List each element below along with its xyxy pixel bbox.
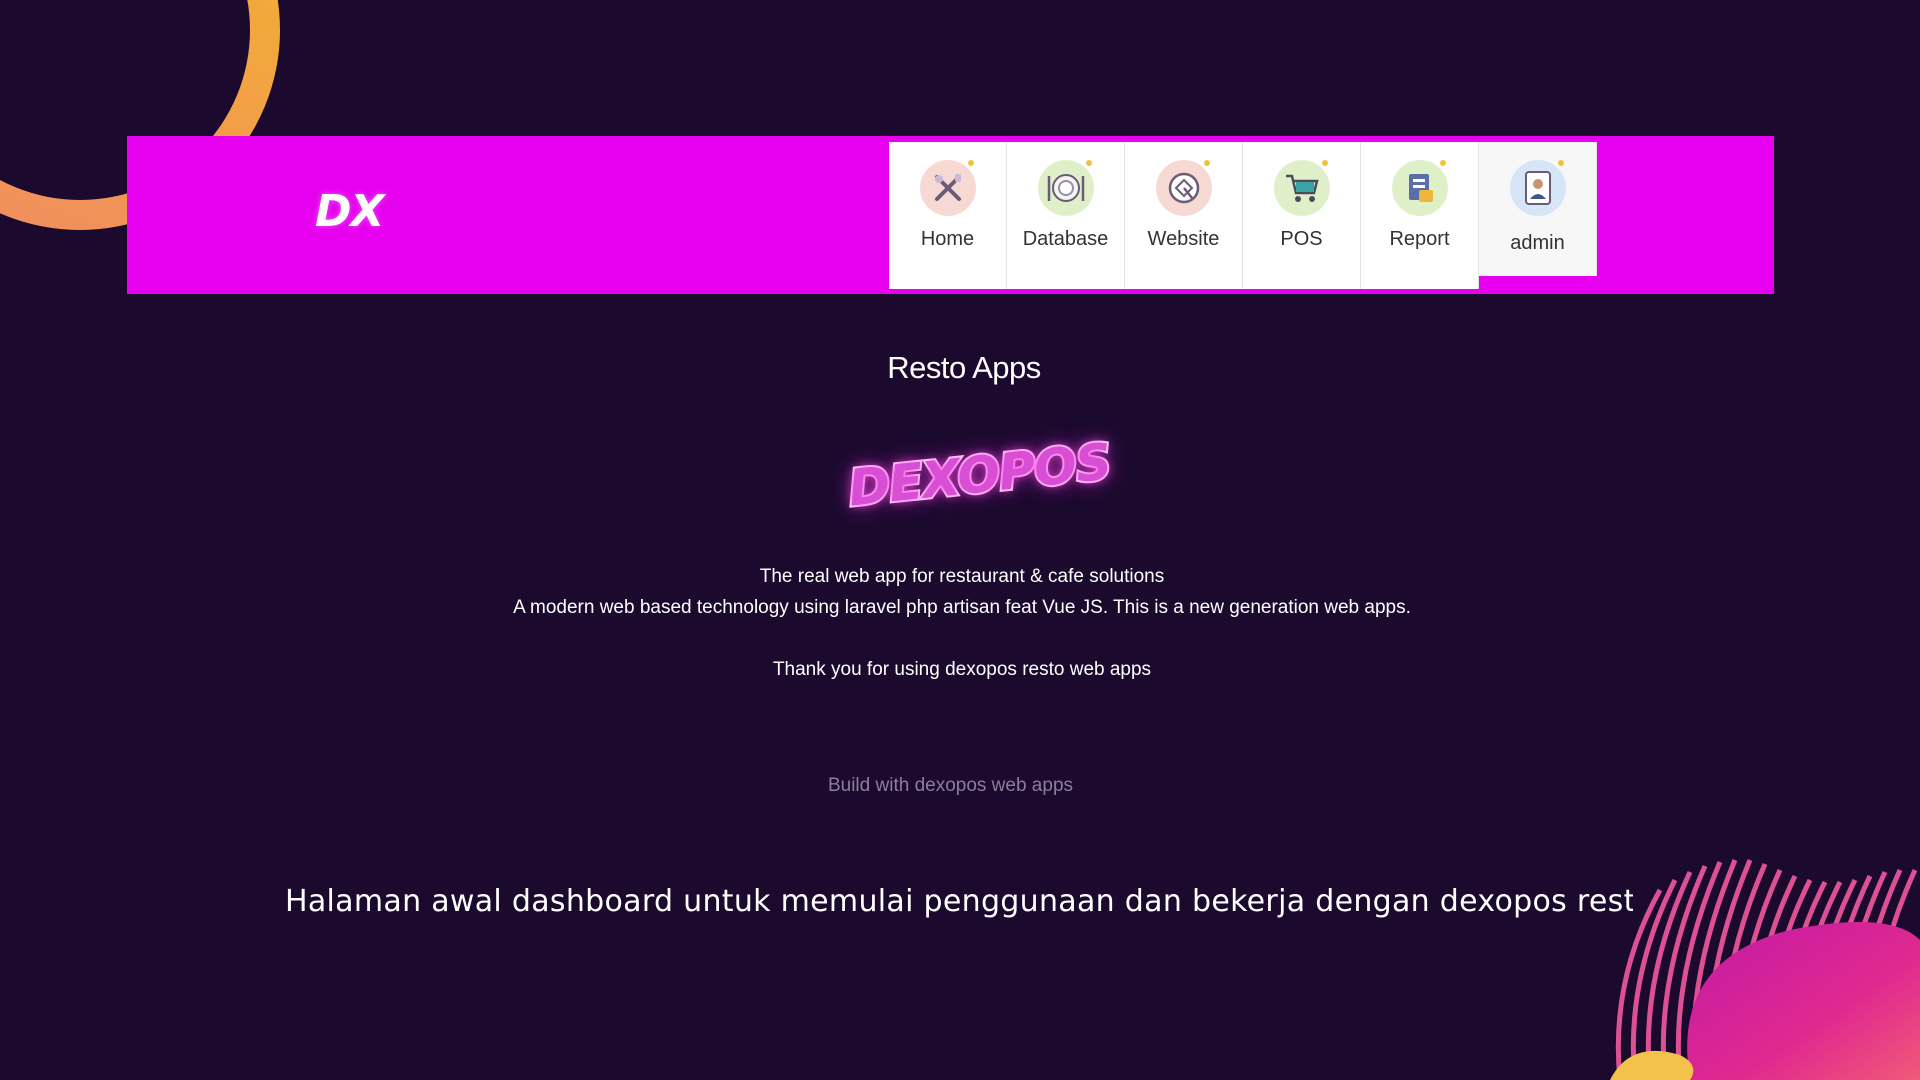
footer-text: Build with dexopos web apps <box>827 775 1074 796</box>
report-icon <box>1391 160 1448 216</box>
logo-text: DEXOPOS <box>844 430 1116 519</box>
plate-icon <box>1037 160 1094 216</box>
nav-label: Website <box>1147 228 1220 250</box>
nav-item-database[interactable]: Database <box>1007 142 1125 289</box>
cart-icon <box>1273 160 1330 216</box>
nav-label: Report <box>1389 228 1450 250</box>
nav-item-admin[interactable]: admin <box>1479 142 1597 276</box>
navbar: DX Home Database Website POS Report admi… <box>127 136 1774 294</box>
video-frame: DX Home Database Website POS Report admi… <box>0 0 1920 1080</box>
user-icon <box>1509 160 1566 216</box>
nav-label: Database <box>1022 228 1109 250</box>
nav-item-website[interactable]: Website <box>1125 142 1243 289</box>
page-title: Resto Apps <box>887 350 1041 385</box>
nav-label: POS <box>1280 228 1323 250</box>
utensils-icon <box>919 160 976 216</box>
nav-label: Home <box>920 228 975 250</box>
decorative-wave-shape <box>1610 859 1920 1080</box>
nav-menu: Home Database Website POS Report admin <box>889 142 1597 289</box>
video-caption: Halaman awal dashboard untuk memulai pen… <box>285 884 1633 919</box>
globe-icon <box>1155 160 1212 216</box>
brand-logo[interactable]: DX <box>315 186 384 237</box>
description: A modern web based technology using lara… <box>513 597 1411 618</box>
dexopos-logo: DEXOPOS <box>844 430 1116 526</box>
tagline: The real web app for restaurant & cafe s… <box>759 566 1165 587</box>
nav-item-report[interactable]: Report <box>1361 142 1479 289</box>
nav-item-pos[interactable]: POS <box>1243 142 1361 289</box>
nav-item-home[interactable]: Home <box>889 142 1007 289</box>
thank-you-text: Thank you for using dexopos resto web ap… <box>772 659 1152 680</box>
nav-label: admin <box>1510 232 1565 254</box>
